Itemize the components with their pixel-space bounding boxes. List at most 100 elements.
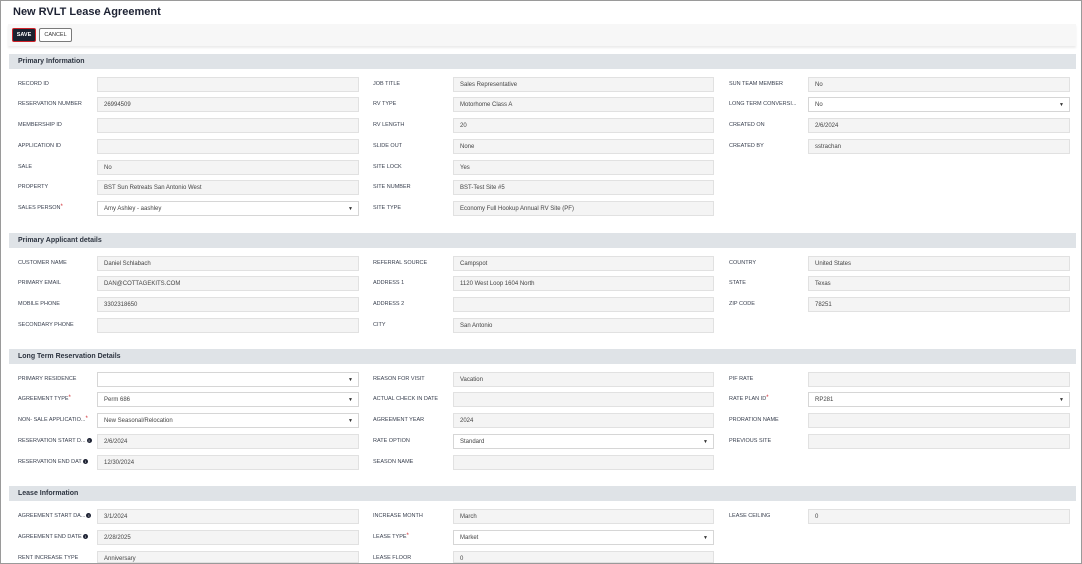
created-on-field: 2/6/2024	[808, 118, 1070, 133]
site-lock-field: Yes	[453, 160, 714, 175]
info-icon[interactable]: i	[82, 534, 88, 540]
agreement-type-select[interactable]: Perm 686 ▼	[97, 392, 359, 407]
country-field: United States	[808, 256, 1070, 271]
mobile-phone-label: MOBILE PHONE	[18, 301, 60, 307]
rate-option-label: RATE OPTION	[373, 438, 410, 444]
membership-id-field	[97, 118, 359, 133]
zip-code-label: ZIP CODE	[729, 301, 755, 307]
site-type-label: SITE TYPE	[373, 205, 402, 211]
actual-check-in-date-field	[453, 392, 714, 407]
section-header-reservation-details: Long Term Reservation Details	[9, 349, 1076, 364]
rate-plan-id-select[interactable]: RP281 ▼	[808, 392, 1070, 407]
application-id-field	[97, 139, 359, 154]
lease-ceiling-field: 0	[808, 509, 1070, 524]
sales-person-select[interactable]: Amy Ashley - aashley ▼	[97, 201, 359, 216]
rate-option-select[interactable]: Standard ▼	[453, 434, 714, 449]
country-label: COUNTRY	[729, 260, 757, 266]
created-by-field: sstrachan	[808, 139, 1070, 154]
long-term-conversion-select[interactable]: No ▼	[808, 97, 1070, 112]
season-name-field	[453, 455, 714, 470]
chevron-down-icon: ▼	[348, 377, 353, 383]
primary-residence-select[interactable]: ▼	[97, 372, 359, 387]
reservation-start-date-label: RESERVATION START D... i	[18, 438, 92, 444]
chevron-down-icon: ▼	[703, 439, 708, 445]
customer-name-label: CUSTOMER NAME	[18, 260, 67, 266]
secondary-phone-label: SECONDARY PHONE	[18, 322, 74, 328]
referral-source-label: REFERRAL SOURCE	[373, 260, 428, 266]
required-marker: *	[60, 204, 63, 210]
chevron-down-icon: ▼	[348, 418, 353, 424]
application-id-label: APPLICATION ID	[18, 143, 61, 149]
slide-out-field: None	[453, 139, 714, 154]
long-term-conversion-label: LONG TERM CONVERSI...	[729, 101, 797, 107]
save-button[interactable]: SAVE	[12, 28, 36, 42]
reservation-end-date-label: RESERVATION END DAT i	[18, 459, 88, 465]
rv-type-field: Motorhome Class A	[453, 97, 714, 112]
agreement-start-date-field: 3/1/2024	[97, 509, 359, 524]
address1-label: ADDRESS 1	[373, 280, 405, 286]
pif-rate-label: PIF RATE	[729, 376, 754, 382]
lease-ceiling-label: LEASE CEILING	[729, 513, 771, 519]
agreement-year-label: AGREEMENT YEAR	[373, 417, 425, 423]
created-by-label: CREATED BY	[729, 143, 764, 149]
primary-residence-label: PRIMARY RESIDENCE	[18, 376, 77, 382]
rv-type-label: RV TYPE	[373, 101, 397, 107]
pif-rate-field	[808, 372, 1070, 387]
required-marker: *	[766, 395, 769, 401]
agreement-start-date-label: AGREEMENT START DA... i	[18, 513, 92, 519]
reservation-start-date-field: 2/6/2024	[97, 434, 359, 449]
required-marker: *	[406, 533, 409, 539]
agreement-type-label: AGREEMENT TYPE*	[18, 395, 71, 402]
info-icon[interactable]: i	[82, 459, 88, 465]
required-marker: *	[85, 416, 88, 422]
chevron-down-icon: ▼	[703, 535, 708, 541]
actual-check-in-date-label: ACTUAL CHECK IN DATE	[373, 396, 439, 402]
customer-name-field: Daniel Schlabach	[97, 256, 359, 271]
address2-field	[453, 297, 714, 312]
section-header-lease-information: Lease Information	[9, 486, 1076, 501]
page-title: New RVLT Lease Agreement	[13, 6, 161, 18]
membership-id-label: MEMBERSHIP ID	[18, 122, 62, 128]
info-icon[interactable]: i	[86, 438, 92, 444]
lease-type-select[interactable]: Market ▼	[453, 530, 714, 545]
increase-month-field: March	[453, 509, 714, 524]
reservation-number-field: 26994509	[97, 97, 359, 112]
previous-site-label: PREVIOUS SITE	[729, 438, 772, 444]
reason-for-visit-field: Vacation	[453, 372, 714, 387]
agreement-end-date-label: AGREEMENT END DATE i	[18, 534, 88, 540]
chevron-down-icon: ▼	[1059, 397, 1064, 403]
rv-length-field: 20	[453, 118, 714, 133]
secondary-phone-field	[97, 318, 359, 333]
primary-email-field: DAN@COTTAGEKITS.COM	[97, 276, 359, 291]
state-field: Texas	[808, 276, 1070, 291]
reservation-end-date-field: 12/30/2024	[97, 455, 359, 470]
city-label: CITY	[373, 322, 386, 328]
state-label: STATE	[729, 280, 746, 286]
rent-increase-type-label: RENT INCREASE TYPE	[18, 555, 79, 561]
site-number-field: BST-Test Site #5	[453, 180, 714, 195]
job-title-field: Sales Representative	[453, 77, 714, 92]
non-sale-application-select[interactable]: New Seasonal/Relocation ▼	[97, 413, 359, 428]
info-icon[interactable]: i	[86, 513, 92, 519]
rv-length-label: RV LENGTH	[373, 122, 405, 128]
site-lock-label: SITE LOCK	[373, 164, 402, 170]
primary-email-label: PRIMARY EMAIL	[18, 280, 61, 286]
agreement-year-field: 2024	[453, 413, 714, 428]
cancel-button[interactable]: CANCEL	[39, 28, 72, 42]
reservation-number-label: RESERVATION NUMBER	[18, 101, 82, 107]
proration-name-field	[808, 413, 1070, 428]
lease-floor-field: 0	[453, 551, 714, 563]
chevron-down-icon: ▼	[348, 397, 353, 403]
rate-plan-id-label: RATE PLAN ID*	[729, 395, 769, 402]
mobile-phone-field: 3302318650	[97, 297, 359, 312]
site-type-field: Economy Full Hookup Annual RV Site (PF)	[453, 201, 714, 216]
job-title-label: JOB TITLE	[373, 81, 401, 87]
rent-increase-type-field: Anniversary	[97, 551, 359, 563]
chevron-down-icon: ▼	[348, 206, 353, 212]
record-id-field	[97, 77, 359, 92]
sales-person-label: SALES PERSON*	[18, 204, 63, 211]
address1-field: 1120 West Loop 1604 North	[453, 276, 714, 291]
required-marker: *	[68, 395, 71, 401]
slide-out-label: SLIDE OUT	[373, 143, 403, 149]
form-toolbar: SAVE CANCEL	[8, 24, 1076, 46]
